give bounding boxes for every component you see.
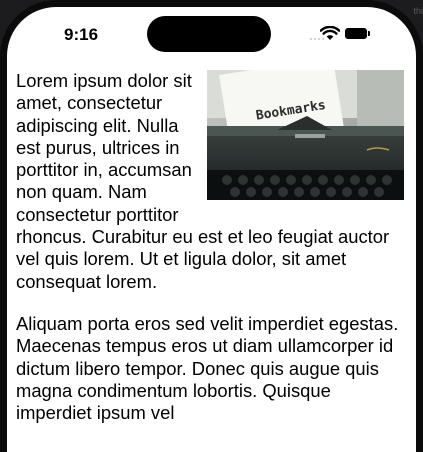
battery-cap (368, 31, 370, 36)
wifi-icon (320, 26, 340, 40)
status-time: 9:16 (64, 25, 99, 44)
article-content: Bookmarks Lorem ipsum dolor sit amet, co (16, 70, 404, 444)
typewriter-photo: Bookmarks (207, 70, 404, 200)
phone-screen: 9:16 Bookmarks Lorem ipsum dolor sit ame… (0, 0, 423, 452)
battery-icon (345, 28, 367, 39)
status-bar: 9:16 (7, 7, 416, 67)
article-paragraph: Aliquam porta eros sed velit imperdiet e… (16, 312, 399, 424)
dynamic-island (147, 16, 271, 52)
